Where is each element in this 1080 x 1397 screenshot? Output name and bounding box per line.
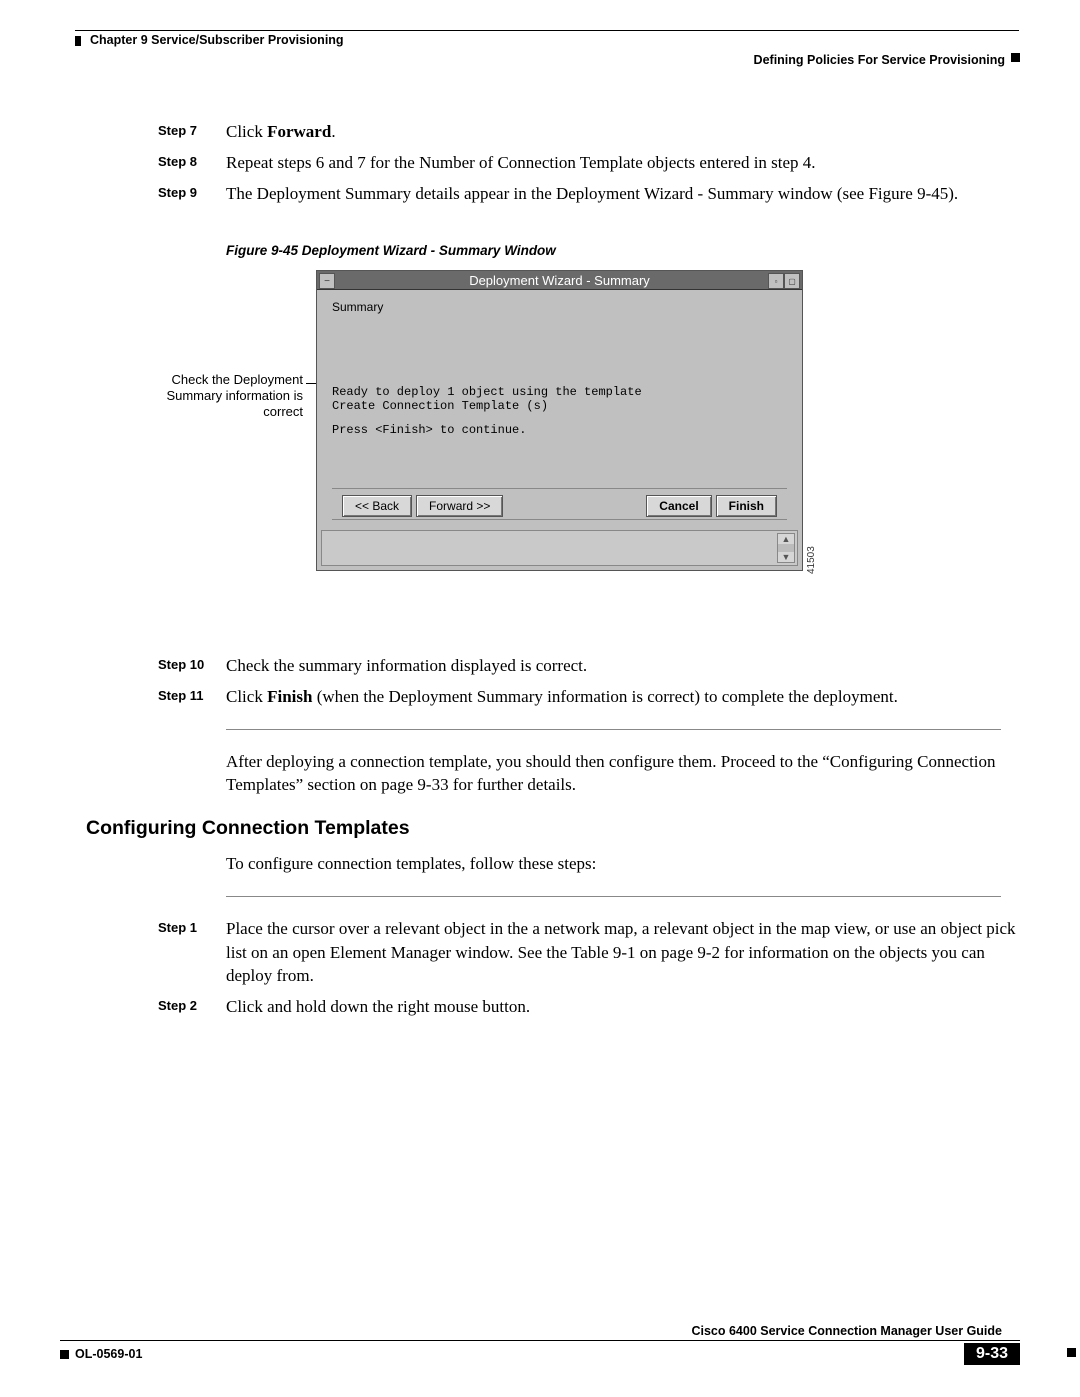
step-10-row: Step 10 Check the summary information di… — [158, 654, 1018, 678]
step-7-row: Step 7 Click Forward. — [158, 120, 1018, 144]
step-text: The Deployment Summary details appear in… — [226, 182, 1018, 206]
msg-line: Press <Finish> to continue. — [332, 424, 787, 438]
step-label: Step 9 — [158, 182, 226, 206]
footer: Cisco 6400 Service Connection Manager Us… — [60, 1324, 1020, 1365]
header-rule — [75, 30, 1019, 31]
divider — [226, 896, 1001, 897]
step-text: Click Finish (when the Deployment Summar… — [226, 685, 1018, 709]
header-chapter: Chapter 9 Service/Subscriber Provisionin… — [90, 33, 344, 47]
maximize-icon[interactable]: ▢ — [784, 273, 800, 289]
footer-square-right — [1067, 1348, 1076, 1357]
step-label: Step 10 — [158, 654, 226, 678]
figure-9-45: Check the Deployment Summary information… — [226, 270, 811, 608]
step-text: Repeat steps 6 and 7 for the Number of C… — [226, 151, 1018, 175]
section-intro: To configure connection templates, follo… — [226, 852, 1001, 876]
header-bar-left — [75, 36, 81, 46]
section-heading: Configuring Connection Templates — [86, 817, 410, 840]
step-label: Step 8 — [158, 151, 226, 175]
scroll-down-icon[interactable]: ▼ — [778, 552, 794, 562]
callout-leader-line — [306, 383, 316, 384]
figure-callout: Check the Deployment Summary information… — [163, 372, 303, 419]
figure-caption: Figure 9-45 Deployment Wizard - Summary … — [226, 243, 1018, 258]
step-2-row: Step 2 Click and hold down the right mou… — [158, 995, 1018, 1019]
footer-rule — [60, 1340, 1020, 1341]
msg-line: Ready to deploy 1 object using the templ… — [332, 386, 787, 400]
step-label: Step 2 — [158, 995, 226, 1019]
figure-id: 41503 — [806, 547, 817, 575]
footer-square-left — [60, 1350, 69, 1359]
step-text: Check the summary information displayed … — [226, 654, 1018, 678]
minimize-icon[interactable]: ▫ — [768, 273, 784, 289]
scrollbar[interactable]: ▲ ▼ — [777, 533, 795, 563]
step-label: Step 7 — [158, 120, 226, 144]
step-text: Click and hold down the right mouse butt… — [226, 995, 1018, 1019]
forward-button[interactable]: Forward >> — [416, 495, 503, 517]
summary-message: Ready to deploy 1 object using the templ… — [332, 386, 787, 437]
system-menu-icon[interactable]: − — [319, 273, 335, 289]
post-paragraph: After deploying a connection template, y… — [226, 750, 1001, 798]
step-8-row: Step 8 Repeat steps 6 and 7 for the Numb… — [158, 151, 1018, 175]
window-title: Deployment Wizard - Summary — [469, 273, 650, 288]
back-button[interactable]: << Back — [342, 495, 412, 517]
msg-line: Create Connection Template (s) — [332, 400, 787, 414]
step-text: Click Forward. — [226, 120, 1018, 144]
step-label: Step 11 — [158, 685, 226, 709]
header-section: Defining Policies For Service Provisioni… — [754, 53, 1005, 67]
scroll-up-icon[interactable]: ▲ — [778, 534, 794, 544]
step-text: Place the cursor over a relevant object … — [226, 917, 1018, 988]
step-9-row: Step 9 The Deployment Summary details ap… — [158, 182, 1018, 206]
header-square-right — [1011, 53, 1020, 62]
step-label: Step 1 — [158, 917, 226, 988]
deployment-wizard-window: − Deployment Wizard - Summary ▫ ▢ Summar… — [316, 270, 803, 571]
window-titlebar: − Deployment Wizard - Summary ▫ ▢ — [317, 271, 802, 290]
divider — [226, 729, 1001, 730]
cancel-button[interactable]: Cancel — [646, 495, 711, 517]
step-11-row: Step 11 Click Finish (when the Deploymen… — [158, 685, 1018, 709]
summary-label: Summary — [332, 300, 787, 314]
finish-button[interactable]: Finish — [716, 495, 777, 517]
footer-doc-id: OL-0569-01 — [75, 1347, 142, 1361]
footer-guide-title: Cisco 6400 Service Connection Manager Us… — [60, 1324, 1020, 1338]
status-bar: ▲ ▼ — [321, 530, 798, 566]
step-1-row: Step 1 Place the cursor over a relevant … — [158, 917, 1018, 988]
page-number: 9-33 — [964, 1343, 1020, 1365]
